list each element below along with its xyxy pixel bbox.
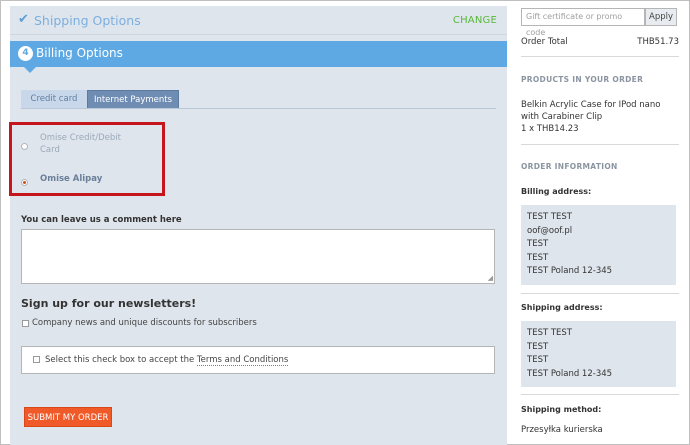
- newsletter-title: Sign up for our newsletters!: [21, 297, 197, 310]
- comment-textarea[interactable]: ◢: [21, 229, 495, 284]
- shipping-options-title: Shipping Options: [34, 13, 141, 28]
- product-quantity-price: 1 x THB14.23: [521, 124, 579, 134]
- shipping-address-line: TEST Poland 12-345: [527, 368, 613, 379]
- product-info: Belkin Acrylic Case for IPod nano with C…: [521, 99, 681, 135]
- terms-text: Select this check box to accept the Term…: [45, 355, 289, 366]
- resize-handle-icon[interactable]: ◢: [488, 275, 493, 282]
- terms-panel: Select this check box to accept the Term…: [21, 346, 495, 374]
- terms-checkbox[interactable]: [33, 356, 40, 363]
- terms-prefix: Select this check box to accept the: [45, 355, 197, 365]
- billing-address-line: TEST: [527, 252, 549, 263]
- shipping-address-line: TEST: [527, 355, 549, 365]
- product-name[interactable]: Belkin Acrylic Case for IPod nano with C…: [521, 99, 681, 123]
- tab-credit-card[interactable]: Credit card: [21, 90, 87, 109]
- omise-alipay-radio[interactable]: [21, 179, 28, 186]
- tabs-divider: [21, 108, 496, 109]
- newsletter-checkbox[interactable]: [22, 320, 29, 327]
- comment-label: You can leave us a comment here: [21, 215, 182, 225]
- shipping-method-label: Shipping method:: [521, 405, 602, 414]
- omise-card-radio[interactable]: [21, 143, 28, 150]
- checkmark-icon: ✔: [18, 12, 29, 27]
- change-shipping-link[interactable]: CHANGE: [453, 15, 497, 26]
- divider: [521, 144, 679, 145]
- shipping-address-box: TEST TEST TEST TEST TEST Poland 12-345: [521, 321, 676, 387]
- divider: [521, 293, 679, 294]
- header-pointer: [24, 67, 36, 73]
- divider: [521, 56, 679, 57]
- products-heading: PRODUCTS IN YOUR ORDER: [521, 75, 644, 84]
- order-total-value: THB51.73: [637, 37, 679, 47]
- billing-address-box: TEST TEST oof@oof.pl TEST TEST TEST Pola…: [521, 205, 676, 285]
- newsletter-option-label[interactable]: Company news and unique discounts for su…: [32, 318, 257, 328]
- billing-address-line: oof@oof.pl: [527, 225, 573, 236]
- promo-code-input[interactable]: Gift certificate or promo code: [521, 8, 645, 37]
- billing-options-header: 4 Billing Options: [10, 41, 507, 67]
- shipping-address-line: TEST TEST: [527, 328, 573, 338]
- order-info-heading: ORDER INFORMATION: [521, 162, 618, 171]
- step-number-badge: 4: [18, 46, 33, 61]
- billing-address-line: TEST Poland 12-345: [527, 266, 613, 276]
- billing-address-line: TEST: [527, 239, 549, 249]
- order-total-label: Order Total: [521, 37, 568, 47]
- shipping-method-value: Przesyłka kurierska: [521, 425, 603, 435]
- terms-link[interactable]: Terms and Conditions: [196, 355, 289, 366]
- billing-options-title: Billing Options: [36, 46, 123, 60]
- order-summary-sidebar: Gift certificate or promo code Apply Ord…: [521, 0, 681, 445]
- shipping-options-header: ✔ Shipping Options CHANGE: [10, 6, 507, 35]
- checkout-main-panel: ✔ Shipping Options CHANGE 4 Billing Opti…: [9, 6, 507, 445]
- billing-address-line: TEST TEST: [527, 212, 573, 222]
- apply-button[interactable]: Apply: [645, 8, 677, 26]
- shipping-address-label: Shipping address:: [521, 303, 603, 312]
- omise-card-label[interactable]: Omise Credit/Debit Card: [40, 132, 135, 156]
- shipping-address-line: TEST: [527, 341, 549, 352]
- submit-order-button[interactable]: SUBMIT MY ORDER: [24, 407, 112, 427]
- billing-address-label: Billing address:: [521, 187, 592, 196]
- omise-alipay-label[interactable]: Omise Alipay: [40, 174, 102, 184]
- tab-internet-payments[interactable]: Internet Payments: [87, 90, 179, 109]
- divider: [521, 394, 679, 395]
